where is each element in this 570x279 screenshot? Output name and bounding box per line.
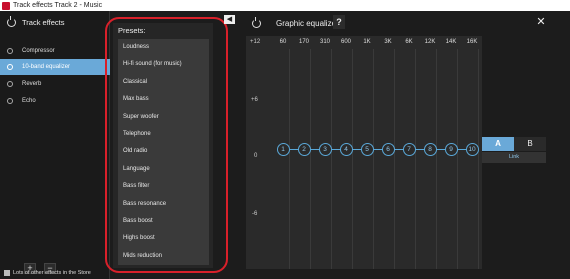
frequency-label: 3K (384, 39, 392, 45)
band-gridline (394, 49, 395, 269)
effect-label: Compressor (22, 48, 55, 54)
preset-item[interactable]: Highs boost (118, 230, 209, 247)
band-slider-knob[interactable]: 1 (276, 142, 290, 156)
preset-item[interactable]: Bass filter (118, 178, 209, 195)
preset-item[interactable]: Old radio (118, 143, 209, 160)
effects-sidebar: Track effects Compressor 10-band equaliz… (0, 11, 110, 279)
store-bag-icon (4, 269, 10, 276)
power-icon[interactable] (252, 17, 261, 28)
eq-curve-line (283, 149, 472, 150)
preset-item[interactable]: Mids reduction (118, 248, 209, 265)
power-icon[interactable] (7, 81, 13, 87)
band-slider-knob[interactable]: 6 (381, 142, 395, 156)
help-button[interactable]: ? (333, 15, 345, 29)
band-slider-knob[interactable]: 4 (339, 142, 353, 156)
equalizer-header: Graphic equalizer (246, 15, 339, 31)
band-slider-knob[interactable]: 8 (423, 142, 437, 156)
preset-item[interactable]: Hi-fi sound (for music) (118, 56, 209, 73)
frequency-label: 6K (405, 39, 413, 45)
db-label: +12 (250, 39, 261, 45)
effect-item-equalizer[interactable]: 10-band equalizer (0, 59, 110, 75)
presets-panel: Presets: Loudness Hi-fi sound (for music)… (113, 23, 213, 268)
band-slider-knob[interactable]: 9 (444, 142, 458, 156)
close-button[interactable]: ✕ (535, 16, 547, 28)
app-icon (2, 1, 10, 10)
band-gridline (310, 49, 311, 269)
preset-b-button[interactable]: B (514, 137, 546, 151)
store-link[interactable]: Lots of other effects in the Store (0, 266, 110, 279)
preset-item[interactable]: Classical (118, 74, 209, 91)
power-icon[interactable] (7, 64, 13, 70)
frequency-label: 600 (340, 39, 351, 45)
title-bar: Track effects Track 2 - Music (0, 0, 570, 11)
effect-label: Echo (22, 98, 36, 104)
effect-label: Reverb (22, 81, 42, 87)
band-slider-knob[interactable]: 5 (360, 142, 374, 156)
band-slider-knob[interactable]: 7 (402, 142, 416, 156)
sidebar-header: Track effects (0, 11, 109, 33)
store-link-label: Lots of other effects in the Store (13, 269, 91, 276)
preset-item[interactable]: Super woofer (118, 109, 209, 126)
band-gridline (352, 49, 353, 269)
band-slider-knob[interactable]: 3 (318, 142, 332, 156)
band-gridline (373, 49, 374, 269)
band-gridline (289, 49, 290, 269)
presets-list: Loudness Hi-fi sound (for music) Classical… (118, 39, 209, 265)
effect-label: 10-band equalizer (22, 64, 71, 70)
preset-item[interactable]: Bass resonance (118, 196, 209, 213)
preset-item[interactable]: Max bass (118, 91, 209, 108)
frequency-label: 12K (424, 39, 436, 45)
effect-item-echo[interactable]: Echo (0, 93, 110, 109)
preset-item[interactable]: Language (118, 161, 209, 178)
band-gridline (331, 49, 332, 269)
frequency-label: 1K (363, 39, 371, 45)
power-icon[interactable] (7, 16, 16, 27)
band-gridline (415, 49, 416, 269)
frequency-label: 170 (298, 39, 309, 45)
band-slider-knob[interactable]: 10 (465, 142, 479, 156)
effect-item-reverb[interactable]: Reverb (0, 76, 110, 92)
preset-a-button[interactable]: A (482, 137, 514, 151)
ab-compare: A B (482, 137, 546, 151)
link-button[interactable]: Link (482, 152, 546, 163)
band-gridline (436, 49, 437, 269)
band-gridline (478, 49, 479, 269)
power-icon[interactable] (7, 98, 13, 104)
window-title: Track effects Track 2 - Music (13, 2, 103, 9)
db-label: 0 (254, 153, 258, 159)
preset-item[interactable]: Telephone (118, 126, 209, 143)
sidebar-title: Track effects (22, 17, 65, 27)
preset-item[interactable]: Bass boost (118, 213, 209, 230)
equalizer-graph: +12 +6 0 -6 60 170 310 600 1K 3K 6K 12K 14K 16K 1 2… (246, 36, 482, 269)
presets-title: Presets: (118, 26, 146, 35)
db-label: +6 (251, 97, 258, 103)
frequency-label: 310 (319, 39, 330, 45)
frequency-label: 60 (279, 39, 287, 45)
equalizer-title: Graphic equalizer (276, 18, 339, 28)
power-icon[interactable] (7, 48, 13, 54)
band-slider-knob[interactable]: 2 (297, 142, 311, 156)
band-gridline (457, 49, 458, 269)
effect-item-compressor[interactable]: Compressor (0, 43, 110, 59)
preset-item[interactable]: Loudness (118, 39, 209, 56)
db-label: -6 (252, 211, 258, 217)
frequency-label: 14K (445, 39, 457, 45)
frequency-label: 16K (466, 39, 478, 45)
collapse-button[interactable]: ◀ (224, 15, 235, 24)
